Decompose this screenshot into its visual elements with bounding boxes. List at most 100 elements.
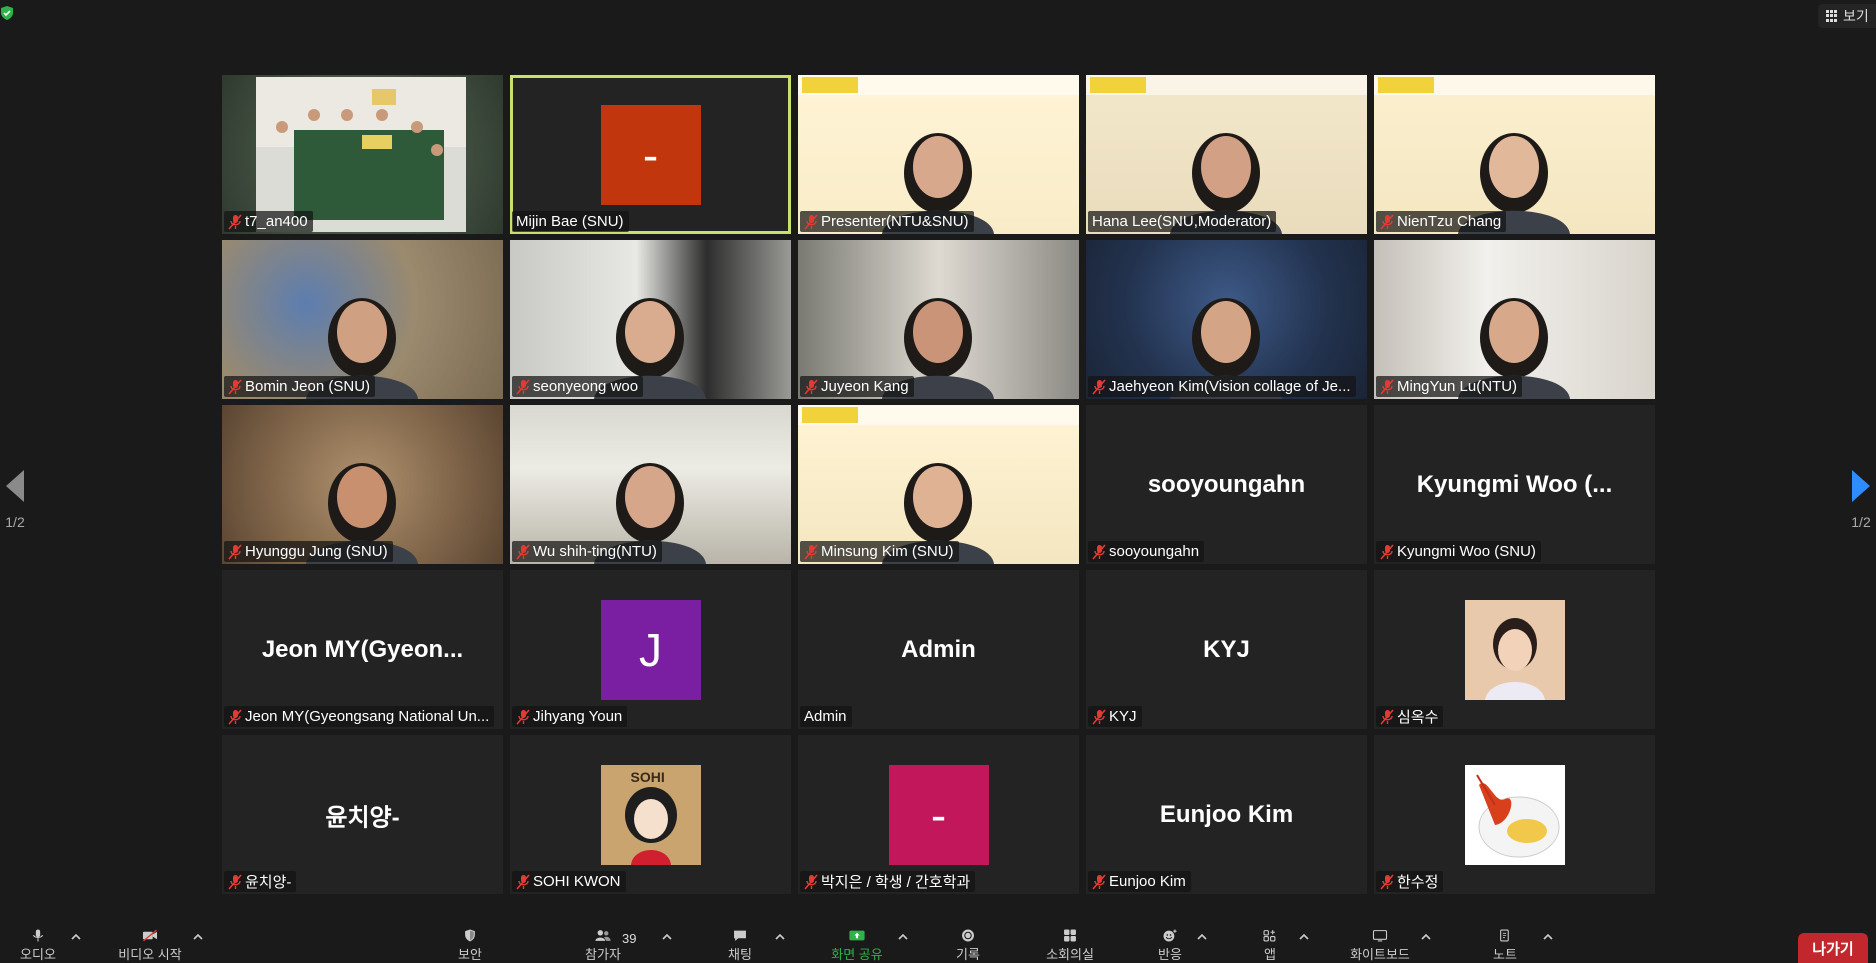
participant-tile[interactable]: seonyeong woo — [510, 240, 791, 399]
participant-tile[interactable]: 심옥수 — [1374, 570, 1655, 729]
participant-tile[interactable]: t7_an400 — [222, 75, 503, 234]
event-banner — [1374, 75, 1655, 95]
arrow-right-icon[interactable] — [1850, 468, 1872, 504]
participant-tile[interactable]: J Jihyang Youn — [510, 570, 791, 729]
audio-options-caret-icon[interactable] — [70, 932, 82, 942]
muted-mic-icon — [1092, 378, 1106, 395]
security-button[interactable]: 보안 — [450, 929, 490, 963]
view-button-label: 보기 — [1843, 8, 1869, 24]
audio-button[interactable]: 오디오 — [18, 929, 58, 963]
participant-name: MingYun Lu(NTU) — [1397, 378, 1518, 395]
participant-name: Jeon MY(Gyeongsang National Un... — [245, 708, 490, 725]
participants-button[interactable]: 참가자 — [578, 929, 628, 963]
display-name: Admin — [901, 635, 976, 663]
muted-mic-icon — [1380, 213, 1394, 230]
participant-name-label: Minsung Kim (SNU) — [800, 541, 959, 562]
apps-button[interactable]: 앱 — [1250, 929, 1290, 963]
participant-tile[interactable]: - 박지은 / 학생 / 간호학과 — [798, 735, 1079, 894]
share-caret-icon[interactable] — [897, 932, 909, 942]
reactions-button[interactable]: 반응 — [1150, 929, 1190, 963]
ddd-logo-icon — [802, 77, 858, 93]
participant-tile[interactable]: Eunjoo Kim Eunjoo Kim — [1086, 735, 1367, 894]
participants-caret-icon[interactable] — [661, 932, 673, 942]
muted-mic-icon — [516, 873, 530, 890]
chat-button[interactable]: 채팅 — [720, 929, 760, 963]
participant-tile[interactable]: KYJ KYJ — [1086, 570, 1367, 729]
reactions-caret-icon[interactable] — [1196, 932, 1208, 942]
participant-name: Minsung Kim (SNU) — [821, 543, 954, 560]
avatar: - — [600, 104, 701, 205]
notes-label: 노트 — [1493, 947, 1517, 962]
apps-icon — [1263, 930, 1276, 942]
participant-tile[interactable]: sooyoungahn sooyoungahn — [1086, 405, 1367, 564]
display-name: Jeon MY(Gyeon... — [261, 635, 464, 663]
participant-tile[interactable]: Presenter(NTU&SNU) — [798, 75, 1079, 234]
apps-caret-icon[interactable] — [1298, 932, 1310, 942]
muted-mic-icon — [228, 543, 242, 560]
video-options-caret-icon[interactable] — [192, 932, 204, 942]
prev-page-nav[interactable]: 1/2 — [0, 468, 30, 530]
participant-name-label: Eunjoo Kim — [1088, 871, 1191, 892]
chat-label: 채팅 — [728, 947, 752, 962]
participant-name: Eunjoo Kim — [1109, 873, 1186, 890]
participant-name: Jihyang Youn — [533, 708, 623, 725]
start-video-button[interactable]: 비디오 시작 — [110, 929, 190, 963]
participants-count: 39 — [622, 931, 637, 946]
participant-tile[interactable]: - Mijin Bae (SNU) — [510, 75, 791, 234]
muted-mic-icon — [804, 213, 818, 230]
participant-tile[interactable]: Jaehyeon Kim(Vision collage of Je... — [1086, 240, 1367, 399]
muted-mic-icon — [1380, 873, 1394, 890]
whiteboards-caret-icon[interactable] — [1420, 932, 1432, 942]
event-banner — [798, 75, 1079, 95]
participant-name: 윤치양- — [245, 874, 292, 891]
participant-tile[interactable]: MingYun Lu(NTU) — [1374, 240, 1655, 399]
whiteboards-button[interactable]: 화이트보드 — [1340, 929, 1420, 963]
record-button[interactable]: 기록 — [948, 929, 988, 963]
notes-caret-icon[interactable] — [1542, 932, 1554, 942]
record-icon — [962, 929, 974, 942]
muted-mic-icon — [516, 378, 530, 395]
muted-mic-icon — [1092, 543, 1106, 560]
chat-caret-icon[interactable] — [774, 932, 786, 942]
participant-tile[interactable]: NienTzu Chang — [1374, 75, 1655, 234]
participant-name: Mijin Bae (SNU) — [516, 213, 624, 230]
share-screen-button[interactable]: 화면 공유 — [822, 929, 892, 963]
participant-tile[interactable]: Juyeon Kang — [798, 240, 1079, 399]
participant-tile[interactable]: Admin Admin — [798, 570, 1079, 729]
breakout-rooms-icon — [1064, 929, 1076, 942]
meeting-toolbar: 오디오 비디오 시작 보안 참가자 39 채팅 화면 공유 기록 소회의실 반응 — [0, 921, 1876, 963]
participant-tile[interactable]: 한수정 — [1374, 735, 1655, 894]
participant-tile[interactable]: Bomin Jeon (SNU) — [222, 240, 503, 399]
participant-name-label: Mijin Bae (SNU) — [512, 211, 629, 232]
notes-button[interactable]: 노트 — [1485, 929, 1525, 963]
participant-name: Bomin Jeon (SNU) — [245, 378, 371, 395]
participant-name: Kyungmi Woo (SNU) — [1397, 543, 1536, 560]
participant-name-label: Admin — [800, 706, 852, 727]
breakout-rooms-button[interactable]: 소회의실 — [1030, 929, 1110, 963]
participant-tile[interactable]: Hana Lee(SNU,Moderator) — [1086, 75, 1367, 234]
display-name: KYJ — [1203, 635, 1250, 663]
arrow-left-icon[interactable] — [4, 468, 26, 504]
muted-mic-icon — [228, 213, 242, 230]
ddd-logo-icon — [1378, 77, 1434, 93]
leave-button[interactable]: 나가기 — [1798, 933, 1868, 963]
participant-name-label: Bomin Jeon (SNU) — [224, 376, 376, 397]
next-page-nav[interactable]: 1/2 — [1846, 468, 1876, 530]
participant-tile[interactable]: Minsung Kim (SNU) — [798, 405, 1079, 564]
ddd-logo-icon — [1090, 77, 1146, 93]
participant-tile[interactable]: Hyunggu Jung (SNU) — [222, 405, 503, 564]
view-button[interactable]: 보기 — [1818, 4, 1876, 28]
participant-tile[interactable]: Wu shih-ting(NTU) — [510, 405, 791, 564]
participant-tile[interactable]: Jeon MY(Gyeon... Jeon MY(Gyeongsang Natio… — [222, 570, 503, 729]
audio-label: 오디오 — [20, 947, 56, 962]
encryption-shield-icon[interactable] — [0, 6, 14, 20]
participant-name-label: sooyoungahn — [1088, 541, 1205, 562]
participant-name: Hyunggu Jung (SNU) — [245, 543, 388, 560]
participant-tile[interactable]: 윤치양- 윤치양- — [222, 735, 503, 894]
participant-tile[interactable]: SOHI SOHI KWON — [510, 735, 791, 894]
participant-name: Admin — [804, 708, 847, 725]
event-banner — [798, 405, 1079, 425]
participant-tile[interactable]: Kyungmi Woo (... Kyungmi Woo (SNU) — [1374, 405, 1655, 564]
participant-name-label: Hyunggu Jung (SNU) — [224, 541, 393, 562]
start-video-label: 비디오 시작 — [118, 947, 182, 962]
